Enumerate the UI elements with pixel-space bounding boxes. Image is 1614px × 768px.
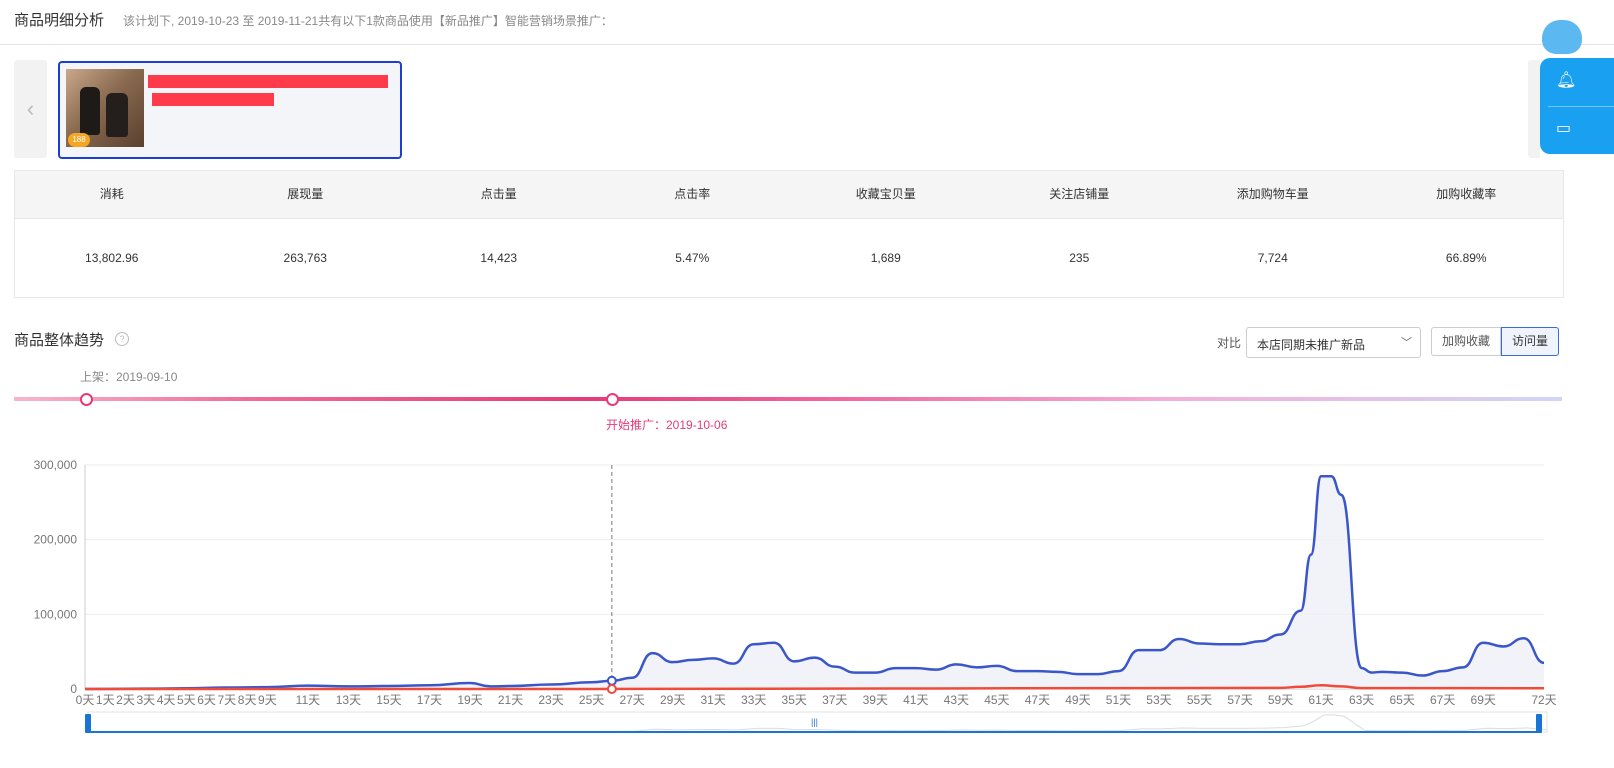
stats-header-row: 消耗 展现量 点击量 点击率 收藏宝贝量 关注店铺量 添加购物车量 加购收藏率	[15, 171, 1563, 219]
x-tick-label: 45天	[984, 693, 1009, 707]
launch-marker[interactable]	[80, 393, 93, 406]
stats-header-cell: 收藏宝贝量	[855, 187, 916, 201]
x-tick-label: 57天	[1227, 693, 1252, 707]
x-tick-label: 55天	[1187, 693, 1212, 707]
x-tick-label: 1天	[96, 693, 115, 707]
x-tick-label: 63天	[1349, 693, 1374, 707]
product-badge: 188	[68, 133, 90, 147]
zoom-slider-handle[interactable]	[85, 714, 91, 733]
series-point	[606, 675, 617, 686]
promotion-start-label: 开始推广：2019-10-06	[606, 418, 728, 432]
stats-value-row: 13,802.96 263,763 14,423 5.47% 1,689 235 7,724…	[15, 219, 1563, 297]
prev-product-button[interactable]: ‹	[14, 60, 47, 158]
y-tick-label: 100,000	[34, 607, 78, 621]
stats-value-cell: 235	[1069, 251, 1090, 265]
x-tick-label: 47天	[1025, 693, 1050, 707]
x-tick-label: 51天	[1106, 693, 1131, 707]
x-tick-label: 6天	[197, 693, 216, 707]
series-point	[606, 684, 617, 694]
toggle-cart-fav-button[interactable]: 加购收藏	[1431, 327, 1502, 356]
chevron-left-icon: ‹	[26, 96, 35, 121]
promotion-start-marker[interactable]	[606, 393, 619, 406]
redacted-title-line	[152, 93, 274, 106]
compare-select[interactable]: 本店同期未推广新品 ﹀	[1246, 327, 1421, 358]
page-subtitle: 该计划下, 2019-10-23 至 2019-11-21共有以下1款商品使用【…	[123, 14, 613, 28]
zoom-slider-handle[interactable]	[1536, 714, 1542, 733]
stats-value-cell: 5.47%	[675, 251, 710, 265]
compare-select-value: 本店同期未推广新品	[1257, 338, 1366, 352]
chevron-down-icon: ﹀	[1401, 337, 1412, 349]
stats-value-cell: 66.89%	[1445, 251, 1487, 265]
stats-header-cell: 点击量	[480, 187, 517, 201]
redacted-title-line	[148, 75, 388, 88]
x-tick-label: 67天	[1430, 693, 1455, 707]
x-tick-label: 8天	[238, 693, 257, 707]
x-tick-label: 27天	[619, 693, 644, 707]
mascot-icon[interactable]	[1542, 20, 1582, 54]
stats-header-cell: 关注店铺量	[1049, 187, 1110, 201]
x-tick-label: 39天	[863, 693, 888, 707]
stats-value-cell: 263,763	[283, 251, 327, 265]
x-tick-label: 33天	[741, 693, 766, 707]
stats-header-cell: 添加购物车量	[1236, 187, 1309, 201]
y-tick-label: 300,000	[34, 458, 78, 472]
x-tick-label: 9天	[258, 693, 277, 707]
x-tick-label: 41天	[903, 693, 928, 707]
x-tick-label: 53天	[1146, 693, 1171, 707]
stats-header-cell: 点击率	[674, 187, 711, 201]
y-tick-label: 200,000	[34, 533, 78, 547]
side-toolbar: 🔔︎ ▭	[1540, 58, 1614, 154]
compare-label: 对比	[1217, 336, 1242, 350]
x-tick-label: 37天	[822, 693, 847, 707]
x-tick-label: 2天	[116, 693, 135, 707]
trend-title: 商品整体趋势	[14, 332, 105, 349]
stats-table: 消耗 展现量 点击量 点击率 收藏宝贝量 关注店铺量 添加购物车量 加购收藏率 13,802.…	[14, 170, 1564, 298]
chat-icon[interactable]: ▭	[1556, 118, 1571, 138]
x-tick-label: 35天	[782, 693, 807, 707]
zoom-slider-grip[interactable]: |||	[811, 717, 818, 727]
x-tick-label: 7天	[218, 693, 237, 707]
x-tick-label: 69天	[1471, 693, 1496, 707]
x-tick-label: 4天	[157, 693, 176, 707]
x-tick-label: 0天	[76, 693, 95, 707]
x-tick-label: 43天	[944, 693, 969, 707]
x-tick-label: 19天	[457, 693, 482, 707]
help-icon[interactable]: ?	[115, 332, 129, 346]
next-product-button[interactable]	[1528, 60, 1540, 158]
x-tick-label: 59天	[1268, 693, 1293, 707]
timeline-bar	[14, 397, 1562, 401]
page-title: 商品明细分析	[14, 12, 105, 29]
stats-value-cell: 13,802.96	[85, 251, 139, 265]
page-header: 商品明细分析 该计划下, 2019-10-23 至 2019-11-21共有以下…	[0, 0, 1614, 45]
x-tick-label: 61天	[1308, 693, 1333, 707]
x-tick-label: 13天	[336, 693, 361, 707]
x-tick-label: 3天	[136, 693, 155, 707]
x-tick-label: 21天	[498, 693, 523, 707]
metric-toggle: 加购收藏 访问量	[1431, 327, 1560, 356]
x-tick-label: 25天	[579, 693, 604, 707]
x-tick-label: 31天	[701, 693, 726, 707]
x-tick-label: 29天	[660, 693, 685, 707]
stats-header-cell: 展现量	[287, 187, 324, 201]
stats-header-cell: 消耗	[99, 187, 124, 201]
x-tick-label: 17天	[417, 693, 442, 707]
toggle-visits-button[interactable]: 访问量	[1501, 327, 1560, 356]
x-tick-label: 15天	[376, 693, 401, 707]
x-tick-label: 11天	[296, 693, 320, 707]
x-tick-label: 49天	[1065, 693, 1090, 707]
stats-value-cell: 7,724	[1257, 251, 1288, 265]
x-tick-label: 72天	[1531, 693, 1556, 707]
bell-icon[interactable]: 🔔︎	[1556, 70, 1576, 90]
x-tick-label: 5天	[177, 693, 196, 707]
launch-date-label: 上架：2019-09-10	[80, 370, 178, 384]
product-thumbnail: 188	[66, 69, 144, 147]
x-tick-label: 65天	[1389, 693, 1414, 707]
stats-value-cell: 14,423	[480, 251, 518, 265]
stats-header-cell: 加购收藏率	[1436, 187, 1497, 201]
stats-value-cell: 1,689	[870, 251, 901, 265]
trend-chart: 0100,000200,000300,0000天 1天 2天 3天 4天 5天 6天 7天 8天…	[34, 458, 1557, 733]
x-tick-label: 23天	[538, 693, 563, 707]
product-card[interactable]: 188	[58, 61, 402, 159]
